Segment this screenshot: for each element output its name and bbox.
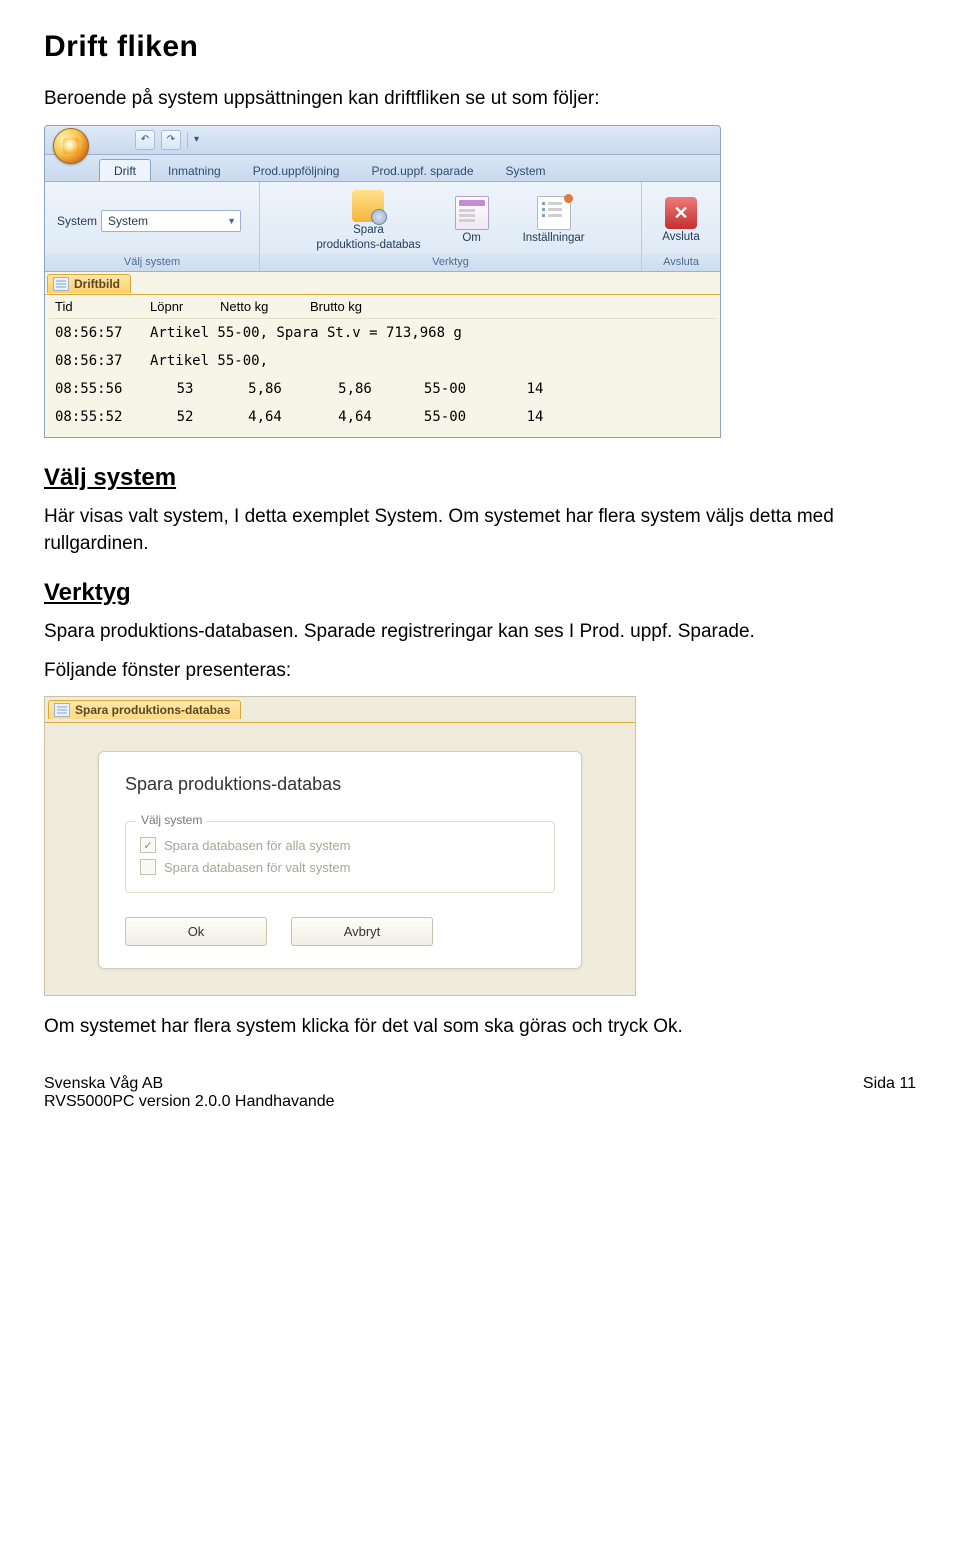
closing-paragraph: Om systemet har flera system klicka för …	[44, 1014, 916, 1041]
footer-company: Svenska Våg AB	[44, 1075, 335, 1093]
system-combo-label: System	[57, 214, 97, 228]
form-icon	[455, 196, 489, 230]
tab-drift[interactable]: Drift	[99, 159, 151, 181]
document-tab-icon	[53, 277, 69, 291]
settings-list-icon	[537, 196, 571, 230]
close-icon: ✕	[665, 197, 697, 229]
grid-row: 08:56:37 Artikel 55-00,	[49, 347, 716, 375]
document-tab-label: Driftbild	[74, 277, 120, 291]
database-icon	[352, 190, 384, 222]
cell-brutto: 5,86	[310, 381, 400, 397]
ok-button[interactable]: Ok	[125, 917, 267, 946]
col-tid: Tid	[55, 299, 150, 314]
tab-system[interactable]: System	[491, 159, 561, 181]
om-label: Om	[462, 232, 481, 245]
cell-netto: 5,86	[220, 381, 310, 397]
grid-row: 08:55:56 53 5,86 5,86 55-00 14	[49, 375, 716, 403]
cell-brutto: 4,64	[310, 409, 400, 425]
tab-produppfoljning[interactable]: Prod.uppföljning	[238, 159, 355, 181]
cell-tid: 08:56:37	[55, 353, 150, 369]
spara-label-2: produktions-databas	[316, 239, 420, 252]
group-label-avsluta: Avsluta	[642, 254, 720, 271]
cell-tid: 08:56:57	[55, 325, 150, 341]
verktyg-paragraph-2: Följande fönster presenteras:	[44, 658, 916, 685]
dialog-tab[interactable]: Spara produktions-databas	[48, 700, 241, 719]
cell-text: Artikel 55-00,	[150, 353, 710, 369]
cell-artikel: 55-00	[400, 381, 490, 397]
section-title-verktyg: Verktyg	[44, 579, 916, 607]
tab-inmatning[interactable]: Inmatning	[153, 159, 236, 181]
group-label-verktyg: Verktyg	[260, 254, 641, 271]
spara-produktions-databas-button[interactable]: Spara produktions-databas	[308, 188, 428, 254]
cell-qty: 14	[490, 409, 580, 425]
ribbon-body: System System ▼ Välj system Spara produk…	[45, 182, 720, 272]
cell-qty: 14	[490, 381, 580, 397]
avsluta-label: Avsluta	[662, 231, 700, 244]
system-combo-box[interactable]: System ▼	[101, 210, 241, 232]
page-footer: Svenska Våg AB RVS5000PC version 2.0.0 H…	[44, 1075, 916, 1111]
ribbon-tabstrip: Drift Inmatning Prod.uppföljning Prod.up…	[45, 155, 720, 182]
cell-artikel: 55-00	[400, 409, 490, 425]
office-orb-button[interactable]	[53, 128, 89, 164]
system-combo: System System ▼	[57, 210, 241, 232]
verktyg-paragraph-1: Spara produktions-databasen. Sparade reg…	[44, 619, 916, 646]
page-heading: Drift fliken	[44, 30, 916, 64]
group-label-valj-system: Välj system	[45, 254, 259, 271]
cell-tid: 08:55:56	[55, 381, 150, 397]
cancel-button[interactable]: Avbryt	[291, 917, 433, 946]
checkbox-row-all[interactable]: ✓ Spara databasen för alla system	[140, 834, 540, 856]
section-title-valj-system: Välj system	[44, 464, 916, 492]
system-combo-value: System	[108, 214, 148, 228]
driftbild-grid: Tid Löpnr Netto kg Brutto kg 08:56:57 Ar…	[45, 294, 720, 437]
undo-button[interactable]: ↶	[135, 130, 155, 150]
col-lopnr: Löpnr	[150, 299, 220, 314]
cell-text: Artikel 55-00, Spara St.v = 713,968 g	[150, 325, 710, 341]
checkbox-all-label: Spara databasen för alla system	[164, 838, 350, 853]
checkbox-row-selected[interactable]: Spara databasen för valt system	[140, 856, 540, 878]
installningar-label: Inställningar	[523, 232, 585, 245]
checkbox-all-systems[interactable]: ✓	[140, 837, 156, 853]
checkbox-selected-system[interactable]	[140, 859, 156, 875]
document-tab-driftbild[interactable]: Driftbild	[47, 274, 131, 293]
dialog-title: Spara produktions-databas	[125, 774, 555, 795]
installningar-button[interactable]: Inställningar	[515, 194, 593, 247]
dialog-card: Spara produktions-databas Välj system ✓ …	[98, 751, 582, 969]
intro-paragraph: Beroende på system uppsättningen kan dri…	[44, 86, 916, 113]
cell-tid: 08:55:52	[55, 409, 150, 425]
cell-netto: 4,64	[220, 409, 310, 425]
grid-row: 08:56:57 Artikel 55-00, Spara St.v = 713…	[49, 319, 716, 347]
dialog-tab-label: Spara produktions-databas	[75, 703, 230, 717]
col-netto: Netto kg	[220, 299, 310, 314]
qat-customize-icon[interactable]: ▾	[194, 134, 199, 145]
document-panel: Driftbild Tid Löpnr Netto kg Brutto kg 0…	[45, 272, 720, 437]
avsluta-button[interactable]: ✕ Avsluta	[654, 195, 708, 246]
dialog-window: Spara produktions-databas Spara produkti…	[44, 696, 636, 996]
chevron-down-icon: ▼	[227, 216, 236, 226]
redo-button[interactable]: ↷	[161, 130, 181, 150]
qat-separator	[187, 132, 188, 148]
ribbon-window: ↶ ↷ ▾ Drift Inmatning Prod.uppföljning P…	[44, 125, 721, 438]
titlebar: ↶ ↷ ▾	[45, 126, 720, 155]
valj-system-paragraph: Här visas valt system, I detta exemplet …	[44, 504, 916, 557]
fieldset-legend: Välj system	[136, 813, 207, 827]
grid-header-row: Tid Löpnr Netto kg Brutto kg	[49, 295, 716, 319]
checkbox-selected-label: Spara databasen för valt system	[164, 860, 350, 875]
cell-lopnr: 52	[150, 409, 220, 425]
dialog-tab-icon	[54, 703, 70, 717]
om-button[interactable]: Om	[447, 194, 497, 247]
spara-label-1: Spara	[353, 224, 384, 237]
footer-pagenum: Sida 11	[863, 1075, 916, 1111]
grid-row: 08:55:52 52 4,64 4,64 55-00 14	[49, 403, 716, 431]
quick-access-toolbar: ↶ ↷ ▾	[135, 126, 199, 154]
tab-produppf-sparade[interactable]: Prod.uppf. sparade	[356, 159, 488, 181]
valj-system-fieldset: Välj system ✓ Spara databasen för alla s…	[125, 821, 555, 893]
footer-docname: RVS5000PC version 2.0.0 Handhavande	[44, 1093, 335, 1111]
cell-lopnr: 53	[150, 381, 220, 397]
col-brutto: Brutto kg	[310, 299, 400, 314]
